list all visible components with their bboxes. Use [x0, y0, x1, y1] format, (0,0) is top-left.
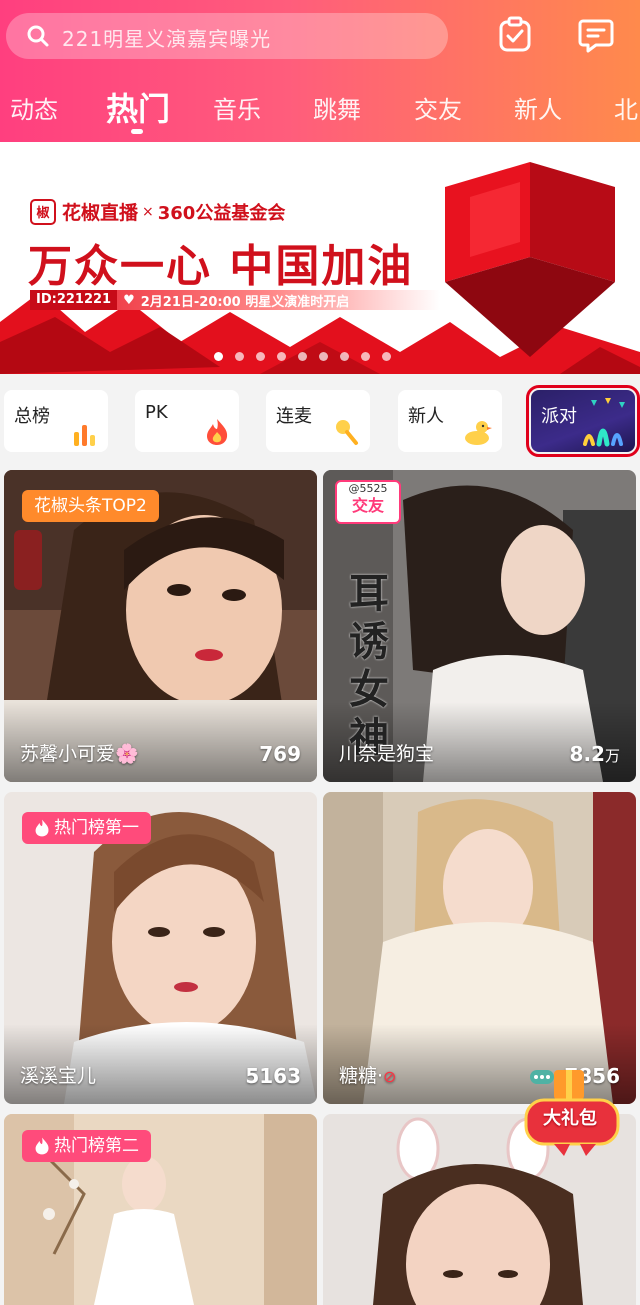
category-label: 新人 — [408, 406, 444, 427]
pagination-dot[interactable] — [340, 352, 349, 361]
category-linkmic[interactable]: 连麦 — [266, 390, 370, 452]
tag-room-id: @5525 — [348, 482, 388, 495]
checklist-icon[interactable] — [495, 15, 535, 55]
viewer-count-unit: 万 — [604, 747, 620, 765]
tab-hot[interactable]: 热门 — [106, 84, 170, 130]
banner-brand-row: 椒 花椒直播 × 360公益基金会 — [30, 198, 285, 225]
top-header: 221明星义演嘉宾曝光 动态 热门 音乐 跳舞 交友 新人 北 — [0, 0, 640, 142]
pagination-dot[interactable] — [214, 352, 223, 361]
banner-headline: 万众一心 中国加油 — [28, 241, 414, 292]
pagination-dot[interactable] — [298, 352, 307, 361]
friend-tag: @5525 交友 — [335, 480, 401, 524]
party-icon — [583, 398, 625, 447]
pagination-dot[interactable] — [361, 352, 370, 361]
category-label: PK — [145, 402, 168, 423]
viewer-count-value: 8.2 — [569, 742, 605, 766]
streamer-name: 苏馨小可爱🌸 — [20, 743, 139, 765]
gift-pack-button[interactable]: 大礼包 — [524, 1064, 620, 1156]
ranking-badge: 热门榜第二 — [22, 1130, 151, 1162]
heart-icon: ♥ — [123, 292, 135, 308]
pagination-dot[interactable] — [277, 352, 286, 361]
category-party[interactable]: 派对 — [526, 385, 640, 457]
pagination-dot[interactable] — [256, 352, 265, 361]
tag-label: 交友 — [351, 496, 384, 515]
live-card[interactable]: @5525 交友 耳诱女神 川奈是狗宝 8.2万 — [323, 470, 636, 782]
live-card[interactable]: 热门榜第二 — [4, 1114, 317, 1305]
banner-room-id: ID:221221 — [30, 290, 118, 310]
quick-categories: 总榜 PK 连麦 新人 派对 — [0, 385, 640, 458]
flame-icon — [35, 1137, 49, 1155]
category-label: 总榜 — [14, 406, 50, 427]
pagination-dot[interactable] — [382, 352, 391, 361]
partner-name: 360公益基金会 — [157, 202, 286, 224]
live-card[interactable]: 花椒头条TOP2 苏馨小可爱🌸 769 — [4, 470, 317, 782]
gift-label: 大礼包 — [543, 1108, 597, 1129]
tab-newcomers[interactable]: 新人 — [514, 90, 562, 125]
pagination-dot[interactable] — [235, 352, 244, 361]
message-icon[interactable] — [576, 15, 616, 55]
category-total-ranking[interactable]: 总榜 — [4, 390, 108, 452]
search-bar[interactable]: 221明星义演嘉宾曝光 — [6, 13, 448, 59]
banner-subline: ID:221221 ♥ 2月21日-20:00 明星义演准时开启 — [30, 290, 440, 310]
brand-cross: × — [142, 203, 154, 220]
poster-text: 耳诱女神 — [349, 571, 389, 761]
promo-banner[interactable]: 椒 花椒直播 × 360公益基金会 万众一心 中国加油 ID:221221 ♥ … — [0, 142, 640, 374]
active-tab-indicator — [131, 129, 143, 134]
category-tabs: 动态 热门 音乐 跳舞 交友 新人 北 — [0, 82, 640, 138]
streamer-name: 糖糖·⊘ — [339, 1061, 396, 1088]
category-pk[interactable]: PK — [135, 390, 239, 452]
ranking-badge: 热门榜第一 — [22, 812, 151, 844]
live-card[interactable]: 热门榜第一 溪溪宝儿 5163 — [4, 792, 317, 1104]
banner-schedule: 2月21日-20:00 明星义演准时开启 — [140, 294, 350, 310]
badge-label: 热门榜第一 — [54, 818, 139, 838]
category-label: 连麦 — [276, 406, 312, 427]
ranking-badge: 花椒头条TOP2 — [22, 490, 159, 522]
banner-pagination — [214, 352, 403, 361]
microphone-icon — [336, 420, 358, 445]
pagination-dot[interactable] — [319, 352, 328, 361]
badge-label: 热门榜第二 — [54, 1136, 139, 1156]
streamer-name: 川奈是狗宝 — [339, 743, 435, 765]
live-card[interactable]: 糖糖·⊘ 7856 — [323, 792, 636, 1104]
category-newcomers[interactable]: 新人 — [398, 390, 502, 452]
viewer-count: 8.2万 — [570, 742, 620, 766]
tab-dongtai[interactable]: 动态 — [10, 90, 58, 125]
duck-icon — [465, 421, 492, 445]
no-entry-icon: ⊘ — [383, 1067, 397, 1086]
flame-icon — [207, 419, 228, 445]
bar-chart-icon — [74, 425, 95, 446]
viewer-count: 769 — [259, 742, 301, 766]
tab-dance[interactable]: 跳舞 — [313, 90, 361, 125]
viewer-count: 5163 — [245, 1064, 301, 1088]
tab-north[interactable]: 北 — [614, 90, 638, 125]
huajiao-logo-icon: 椒 — [30, 198, 56, 225]
brand-name: 花椒直播 — [62, 202, 139, 224]
streamer-name-text: 糖糖· — [339, 1065, 384, 1087]
tab-music[interactable]: 音乐 — [213, 90, 261, 125]
search-icon — [27, 25, 49, 47]
streamer-name: 溪溪宝儿 — [20, 1065, 97, 1087]
search-placeholder: 221明星义演嘉宾曝光 — [62, 27, 272, 51]
tab-friends[interactable]: 交友 — [414, 90, 462, 125]
flame-icon — [35, 819, 49, 837]
